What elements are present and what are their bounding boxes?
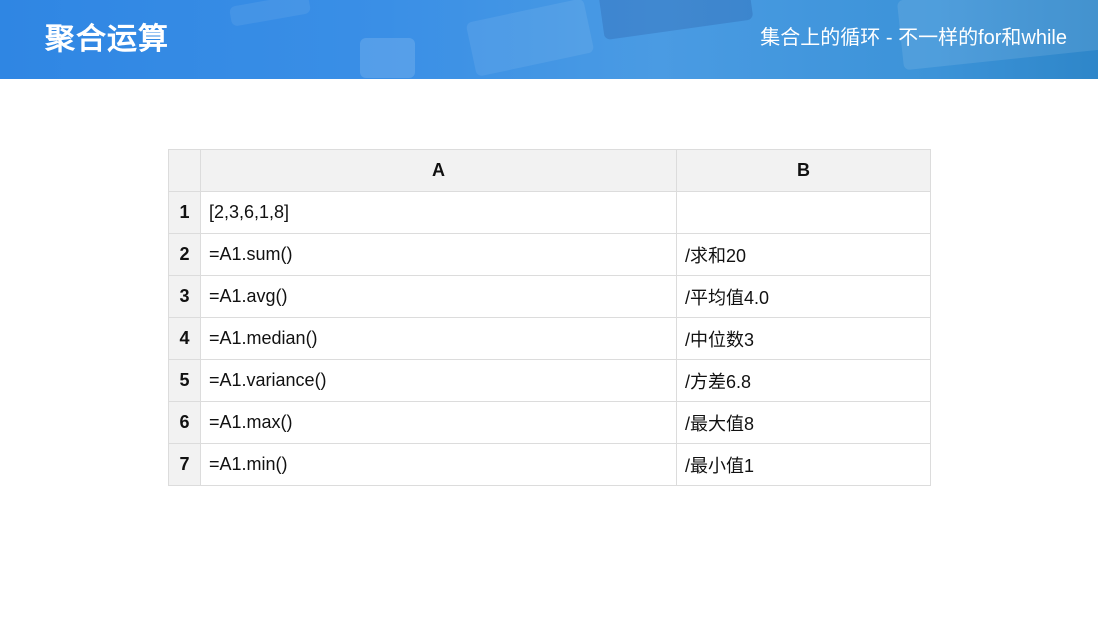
row-number[interactable]: 7 [168,443,201,486]
table-row: 4 =A1.median() /中位数3 [168,317,931,360]
table-row: 6 =A1.max() /最大值8 [168,401,931,444]
page-subtitle: 集合上的循环 - 不一样的for和while [760,27,1067,49]
banner-decoration [465,0,595,77]
table-row: 1 [2,3,6,1,8] [168,191,931,234]
row-number[interactable]: 5 [168,359,201,402]
corner-cell[interactable] [168,149,201,192]
spreadsheet-grid: A B 1 [2,3,6,1,8] 2 =A1.sum() /求和20 3 =A… [168,149,931,486]
cell-a2[interactable]: =A1.sum() [200,233,677,276]
cell-b5[interactable]: /方差6.8 [676,359,931,402]
cell-a4[interactable]: =A1.median() [200,317,677,360]
row-number[interactable]: 4 [168,317,201,360]
row-number[interactable]: 1 [168,191,201,234]
table-row: 7 =A1.min() /最小值1 [168,443,931,486]
cell-b2[interactable]: /求和20 [676,233,931,276]
column-header-a[interactable]: A [200,149,677,192]
header-banner: 聚合运算 集合上的循环 - 不一样的for和while [0,0,1098,79]
table-row: 5 =A1.variance() /方差6.8 [168,359,931,402]
banner-decoration [228,0,312,27]
table-row: 2 =A1.sum() /求和20 [168,233,931,276]
table-row: 3 =A1.avg() /平均值4.0 [168,275,931,318]
cell-a5[interactable]: =A1.variance() [200,359,677,402]
column-header-b[interactable]: B [676,149,931,192]
row-number[interactable]: 3 [168,275,201,318]
cell-b7[interactable]: /最小值1 [676,443,931,486]
cell-b6[interactable]: /最大值8 [676,401,931,444]
cell-b3[interactable]: /平均值4.0 [676,275,931,318]
banner-decoration [596,0,754,41]
page-title: 聚合运算 [45,23,169,56]
cell-b1[interactable] [676,191,931,234]
banner-decoration [360,38,415,78]
cell-a3[interactable]: =A1.avg() [200,275,677,318]
cell-a6[interactable]: =A1.max() [200,401,677,444]
row-number[interactable]: 2 [168,233,201,276]
column-header-row: A B [168,149,931,192]
row-number[interactable]: 6 [168,401,201,444]
cell-a1[interactable]: [2,3,6,1,8] [200,191,677,234]
cell-b4[interactable]: /中位数3 [676,317,931,360]
cell-a7[interactable]: =A1.min() [200,443,677,486]
